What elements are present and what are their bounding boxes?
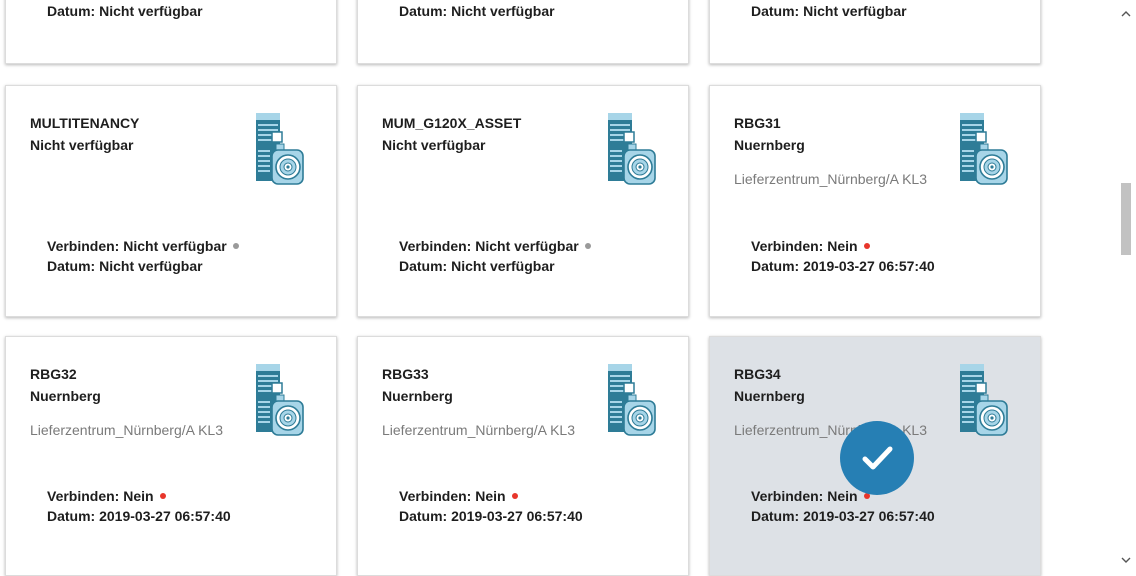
asset-card-rbg32[interactable]: RBG32 Nuernberg Lieferzentrum_Nürnberg/A… xyxy=(5,336,337,576)
asset-status: Datum: Nicht verfügbar xyxy=(399,1,555,21)
asset-date: Datum: 2019-03-27 06:57:40 xyxy=(751,258,935,274)
asset-card-multitenancy[interactable]: MULTITENANCY Nicht verfügbar Verbinden: … xyxy=(5,85,337,317)
asset-date: Datum: Nicht verfügbar xyxy=(47,3,203,19)
asset-path: Lieferzentrum_Nürnberg/A KL3 xyxy=(734,171,927,187)
drive-motor-icon xyxy=(604,110,660,190)
drive-motor-icon xyxy=(252,361,308,441)
asset-card-mum-g120x-asset[interactable]: MUM_G120X_ASSET Nicht verfügbar Verbinde… xyxy=(357,85,689,317)
asset-status: Verbinden: Nein Datum: 2019-03-27 06:57:… xyxy=(399,486,583,526)
drive-motor-icon xyxy=(956,361,1012,441)
status-dot xyxy=(159,493,166,499)
drive-motor-icon xyxy=(252,110,308,190)
asset-connect-status: Verbinden: Nein xyxy=(751,488,858,504)
asset-location: Nuernberg xyxy=(382,388,453,404)
asset-name: RBG31 xyxy=(734,115,781,131)
chevron-up-icon[interactable] xyxy=(1116,4,1136,24)
asset-name: RBG33 xyxy=(382,366,429,382)
asset-status: Verbinden: Nein Datum: 2019-03-27 06:57:… xyxy=(751,486,935,526)
status-dot xyxy=(511,493,518,499)
asset-connect-status: Verbinden: Nein xyxy=(47,488,154,504)
asset-connect-status: Verbinden: Nein xyxy=(751,238,858,254)
status-dot xyxy=(232,243,239,249)
asset-date: Datum: Nicht verfügbar xyxy=(751,3,907,19)
asset-location: Nuernberg xyxy=(734,137,805,153)
status-dot xyxy=(584,243,591,249)
asset-date: Datum: Nicht verfügbar xyxy=(399,258,555,274)
asset-location: Nicht verfügbar xyxy=(382,137,486,153)
asset-card-rbg34[interactable]: RBG34 Nuernberg Lieferzentrum_Nürnberg/A… xyxy=(709,336,1041,576)
asset-date: Datum: 2019-03-27 06:57:40 xyxy=(751,508,935,524)
asset-name: MULTITENANCY xyxy=(30,115,140,131)
checkmark-icon[interactable] xyxy=(840,421,914,495)
asset-card-rbg31[interactable]: RBG31 Nuernberg Lieferzentrum_Nürnberg/A… xyxy=(709,85,1041,317)
asset-name: MUM_G120X_ASSET xyxy=(382,115,522,131)
asset-location: Nuernberg xyxy=(30,388,101,404)
asset-status: Verbinden: Nicht verfügbar Datum: Nicht … xyxy=(47,236,239,276)
chevron-down-icon[interactable] xyxy=(1116,554,1136,566)
asset-location: Nicht verfügbar xyxy=(30,137,134,153)
asset-card-top-3[interactable]: Datum: Nicht verfügbar xyxy=(709,0,1041,64)
asset-path: Lieferzentrum_Nürnberg/A KL3 xyxy=(734,422,927,438)
asset-status: Datum: Nicht verfügbar xyxy=(751,1,907,21)
asset-name: RBG32 xyxy=(30,366,77,382)
scrollbar-thumb[interactable] xyxy=(1121,183,1131,255)
drive-motor-icon xyxy=(604,361,660,441)
asset-date: Datum: Nicht verfügbar xyxy=(47,258,203,274)
asset-card-rbg33[interactable]: RBG33 Nuernberg Lieferzentrum_Nürnberg/A… xyxy=(357,336,689,576)
asset-path: Lieferzentrum_Nürnberg/A KL3 xyxy=(382,422,575,438)
vertical-scrollbar[interactable] xyxy=(1116,0,1136,566)
asset-path: Lieferzentrum_Nürnberg/A KL3 xyxy=(30,422,223,438)
status-dot xyxy=(863,243,870,249)
asset-connect-status: Verbinden: Nein xyxy=(399,488,506,504)
asset-status: Verbinden: Nicht verfügbar Datum: Nicht … xyxy=(399,236,591,276)
asset-name: RBG34 xyxy=(734,366,781,382)
asset-location: Nuernberg xyxy=(734,388,805,404)
asset-date: Datum: 2019-03-27 06:57:40 xyxy=(47,508,231,524)
asset-status: Verbinden: Nein Datum: 2019-03-27 06:57:… xyxy=(47,486,231,526)
asset-card-top-2[interactable]: Datum: Nicht verfügbar xyxy=(357,0,689,64)
asset-card-top-1[interactable]: Datum: Nicht verfügbar xyxy=(5,0,337,64)
asset-status: Verbinden: Nein Datum: 2019-03-27 06:57:… xyxy=(751,236,935,276)
drive-motor-icon xyxy=(956,110,1012,190)
asset-connect-status: Verbinden: Nicht verfügbar xyxy=(47,238,227,254)
asset-connect-status: Verbinden: Nicht verfügbar xyxy=(399,238,579,254)
asset-date: Datum: Nicht verfügbar xyxy=(399,3,555,19)
asset-date: Datum: 2019-03-27 06:57:40 xyxy=(399,508,583,524)
asset-status: Datum: Nicht verfügbar xyxy=(47,1,203,21)
